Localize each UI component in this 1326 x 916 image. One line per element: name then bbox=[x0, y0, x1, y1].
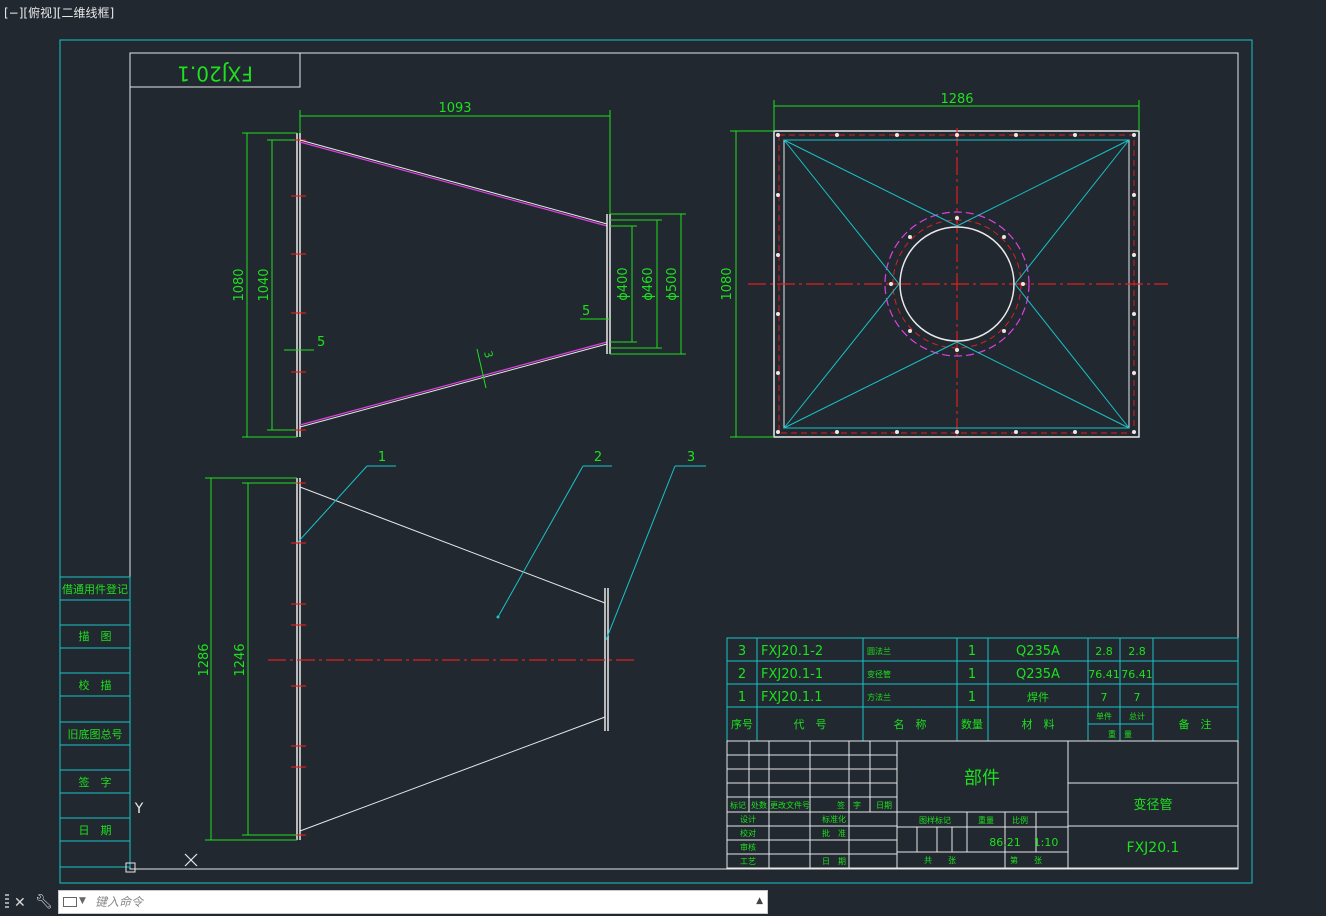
bom-row3-qty: 1 bbox=[968, 644, 976, 659]
balloon-2: 2 bbox=[594, 450, 602, 465]
dim-top-height: 1080 bbox=[720, 267, 735, 300]
front-view[interactable]: 3 1093 1080 1040 5 5 ϕ400 ϕ460 ϕ500 bbox=[232, 101, 686, 438]
bom-row3-name: 圆法兰 bbox=[867, 646, 891, 656]
mirrored-drawing-number: FXJ20.1 bbox=[177, 62, 253, 86]
role-approve: 批 准 bbox=[822, 828, 846, 838]
rev-label-mark: 标记 bbox=[730, 800, 746, 810]
bom-row2-code: FXJ20.1-1 bbox=[761, 667, 823, 682]
bom-header-material: 材 料 bbox=[1022, 717, 1055, 731]
bom-row1-material: 焊件 bbox=[1027, 690, 1049, 704]
dim-diameter-400: ϕ400 bbox=[616, 267, 631, 300]
bom-row1-code: FXJ20.1.1 bbox=[761, 690, 823, 705]
rev-label-doc: 更改文件号 bbox=[770, 800, 810, 810]
bom-header-remark: 备 注 bbox=[1179, 717, 1212, 731]
bom-row2-total-wt: 76.41 bbox=[1121, 668, 1153, 681]
bom-header-unit: 单件 bbox=[1096, 711, 1112, 721]
stage-label: 图样标记 bbox=[919, 815, 951, 825]
dim-assembly-height-inner: 1246 bbox=[233, 643, 248, 676]
bom-row1-seq: 1 bbox=[738, 690, 746, 705]
bom-row1-name: 方法兰 bbox=[867, 692, 891, 702]
role-check: 校对 bbox=[740, 828, 756, 838]
history-up-icon[interactable]: ▲ bbox=[756, 896, 763, 906]
wrench-icon[interactable]: 🔧︎ bbox=[35, 895, 53, 909]
side-table-cell-2: 描 图 bbox=[79, 629, 112, 643]
ucs-y-label: Y bbox=[134, 801, 144, 817]
bom-header-qty: 数量 bbox=[961, 718, 983, 731]
command-input-container[interactable]: ▼ ▲ bbox=[58, 890, 768, 914]
weight-value: 86.21 bbox=[989, 836, 1021, 849]
bom-row2-seq: 2 bbox=[738, 667, 746, 682]
bom-row1-qty: 1 bbox=[968, 690, 976, 705]
bom-row2-unit-wt: 76.41 bbox=[1088, 668, 1120, 681]
bom-row3-code: FXJ20.1-2 bbox=[761, 644, 823, 659]
title-drawing-number: FXJ20.1 bbox=[1127, 840, 1180, 856]
role-date: 日 期 bbox=[822, 857, 846, 866]
side-table-cell-6: 日 期 bbox=[79, 824, 112, 837]
bom-header-seq: 序号 bbox=[731, 717, 753, 731]
title-part-name: 变径管 bbox=[1133, 797, 1172, 813]
top-view[interactable]: 1286 1080 bbox=[720, 92, 1168, 440]
scale-label: 比例 bbox=[1012, 815, 1028, 825]
balloon-3: 3 bbox=[687, 450, 695, 465]
command-input[interactable] bbox=[95, 893, 735, 911]
dim-front-height-outer: 1080 bbox=[232, 268, 247, 301]
bom-row3-unit-wt: 2.8 bbox=[1095, 645, 1113, 658]
dim-diameter-500: ϕ500 bbox=[665, 267, 680, 300]
side-table-cell-3: 校 描 bbox=[79, 678, 112, 692]
rev-label-date: 日期 bbox=[876, 801, 892, 810]
ucs-icon: Y bbox=[125, 801, 198, 873]
bom-header-weight: 重 量 bbox=[1108, 729, 1132, 739]
side-table-cell-5: 签 字 bbox=[79, 775, 112, 789]
dim-thickness-left: 5 bbox=[317, 335, 325, 350]
role-standard: 标准化 bbox=[822, 814, 846, 824]
sheet-number: 第 张 bbox=[1010, 855, 1042, 865]
dim-top-width: 1286 bbox=[940, 92, 973, 107]
side-table-cell-1: 借通用件登记 bbox=[62, 582, 128, 596]
close-icon[interactable]: ✕ bbox=[14, 896, 26, 910]
command-line-bar: ✕ 🔧︎ ▼ ▲ bbox=[0, 888, 1326, 916]
bom-header-code: 代 号 bbox=[794, 718, 827, 731]
dim-assembly-height-outer: 1286 bbox=[197, 643, 212, 676]
drag-handle-icon[interactable] bbox=[5, 894, 9, 910]
dim-front-length: 1093 bbox=[438, 101, 471, 116]
bom-header-total: 总计 bbox=[1129, 711, 1145, 721]
sheets-total: 共 张 bbox=[924, 856, 956, 865]
scale-value: 1:10 bbox=[1034, 836, 1059, 849]
title-category: 部件 bbox=[964, 768, 1000, 789]
title-block: 标记 处数 更改文件号 签 字 日期 设计 校对 审核 工艺 标准化 批 准 日… bbox=[726, 740, 1239, 869]
bom-header-name: 名 称 bbox=[894, 717, 927, 731]
dim-diameter-460: ϕ460 bbox=[641, 267, 656, 300]
role-process: 工艺 bbox=[740, 857, 756, 866]
role-review: 审核 bbox=[740, 842, 756, 852]
prompt-dropdown-icon[interactable]: ▼ bbox=[79, 896, 86, 906]
bom-row3-total-wt: 2.8 bbox=[1128, 645, 1146, 658]
bom-row3-material: Q235A bbox=[1016, 644, 1060, 659]
mirrored-number-box: FXJ20.1 bbox=[129, 52, 301, 88]
bom-row2-name: 变径管 bbox=[867, 669, 891, 679]
rev-label-count: 处数 bbox=[751, 800, 767, 810]
assembly-view[interactable]: 1286 1246 1 2 3 bbox=[197, 450, 706, 841]
bom-row2-material: Q235A bbox=[1016, 667, 1060, 682]
role-design: 设计 bbox=[740, 814, 756, 824]
bom-table: 3 FXJ20.1-2 圆法兰 1 Q235A 2.8 2.8 2 FXJ20.… bbox=[726, 637, 1239, 742]
side-table-cell-4: 旧底图总号 bbox=[68, 727, 123, 741]
command-prompt-icon[interactable] bbox=[63, 897, 77, 907]
dim-thickness-right: 5 bbox=[582, 304, 590, 319]
rev-label-sign: 签 字 bbox=[837, 800, 861, 810]
dim-front-height-inner: 1040 bbox=[257, 268, 272, 301]
bom-row2-qty: 1 bbox=[968, 667, 976, 682]
bom-row1-total-wt: 7 bbox=[1134, 691, 1141, 704]
drawing-canvas[interactable]: .cy { stroke:#19c3c8; fill:none; stroke-… bbox=[0, 0, 1326, 888]
outer-sheet-border bbox=[59, 39, 1253, 884]
dim-wall-thickness: 3 bbox=[481, 350, 495, 360]
weight-label: 重量 bbox=[978, 815, 994, 825]
balloon-1: 1 bbox=[378, 450, 386, 465]
bom-row3-seq: 3 bbox=[738, 644, 746, 659]
side-table: 借通用件登记 描 图 校 描 旧底图总号 签 字 日 期 bbox=[59, 576, 131, 868]
bom-row1-unit-wt: 7 bbox=[1101, 691, 1108, 704]
